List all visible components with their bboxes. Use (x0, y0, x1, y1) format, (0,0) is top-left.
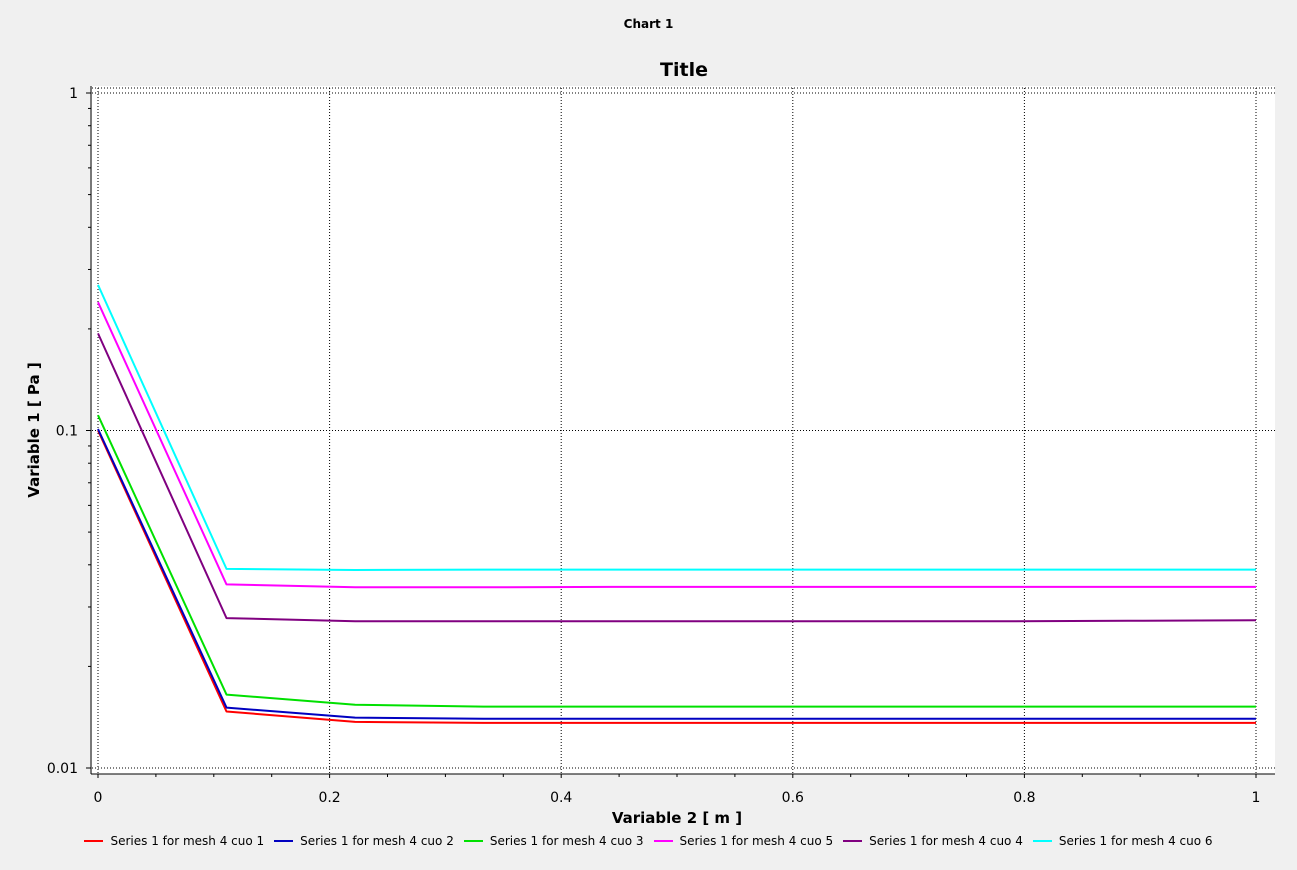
x-tick-label: 0.8 (1013, 790, 1035, 806)
y-axis-label: Variable 1 [ Pa ] (25, 362, 43, 497)
legend-label: Series 1 for mesh 4 cuo 4 (869, 834, 1023, 848)
legend-swatch (463, 840, 483, 842)
y-tick-labels: 1 0.1 0.01 (47, 86, 78, 777)
x-tick-label: 1 (1252, 790, 1261, 806)
legend-label: Series 1 for mesh 4 cuo 3 (489, 834, 644, 848)
x-axis-label: Variable 2 [ m ] (612, 809, 742, 827)
legend-swatch (653, 840, 673, 842)
y-tick-label: 1 (69, 86, 78, 102)
chart: 0 0.2 0.4 0.6 0.8 1 1 0.1 0.01 Title Variable 2… (25, 59, 1275, 827)
legend: Series 1 for mesh 4 cuo 1 Series 1 for me… (0, 834, 1297, 848)
legend-label: Series 1 for mesh 4 cuo 1 (110, 834, 265, 848)
legend-swatch (274, 840, 294, 842)
legend-item: Series 1 for mesh 4 cuo 6 (1032, 834, 1213, 848)
legend-item: Series 1 for mesh 4 cuo 5 (653, 834, 834, 848)
chart-title: Title (660, 59, 708, 81)
x-tick-labels: 0 0.2 0.4 0.6 0.8 1 (94, 790, 1261, 806)
x-tick-label: 0.6 (782, 790, 804, 806)
x-tick-label: 0.2 (318, 790, 340, 806)
legend-swatch (843, 840, 863, 842)
legend-label: Series 1 for mesh 4 cuo 5 (679, 834, 834, 848)
legend-item: Series 1 for mesh 4 cuo 1 (84, 834, 264, 848)
x-tick-label: 0.4 (550, 790, 572, 806)
legend-item: Series 1 for mesh 4 cuo 4 (843, 834, 1023, 848)
legend-item: Series 1 for mesh 4 cuo 2 (274, 834, 454, 848)
legend-label: Series 1 for mesh 4 cuo 6 (1058, 834, 1213, 848)
legend-item: Series 1 for mesh 4 cuo 3 (463, 834, 644, 848)
x-tick-label: 0 (94, 790, 103, 806)
legend-swatch (1032, 840, 1052, 842)
y-tick-label: 0.01 (47, 761, 78, 777)
y-tick-label: 0.1 (56, 424, 78, 440)
legend-label: Series 1 for mesh 4 cuo 2 (300, 834, 454, 848)
legend-swatch (84, 840, 104, 842)
